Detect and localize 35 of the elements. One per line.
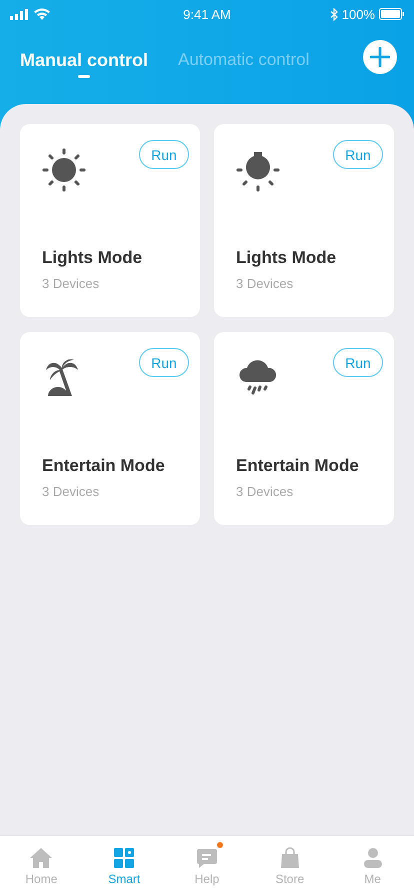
run-button[interactable]: Run [139, 348, 189, 377]
chat-icon [194, 846, 219, 870]
mode-card[interactable]: Run Lights Mode 3 Devices [20, 124, 200, 317]
device-count: 3 Devices [42, 484, 100, 499]
sun-icon [42, 148, 86, 192]
device-count: 3 Devices [42, 276, 100, 291]
tab[interactable]: Automatic control [178, 50, 310, 70]
run-button[interactable]: Run [139, 140, 189, 169]
add-button[interactable] [363, 40, 397, 74]
battery-percentage: 100% [342, 6, 375, 22]
tab[interactable]: Manual control [20, 50, 148, 78]
nav-item[interactable]: Me [331, 836, 414, 896]
wifi-icon [34, 8, 50, 20]
mode-title: Lights Mode [236, 248, 338, 268]
device-count: 3 Devices [236, 276, 294, 291]
nav-item[interactable]: Smart [82, 836, 166, 896]
plus-icon [370, 47, 390, 67]
nav-item[interactable]: Store [248, 836, 332, 896]
nav-item[interactable]: Help [166, 836, 248, 896]
bluetooth-icon [330, 8, 338, 20]
mode-card[interactable]: Run Lights Mode 3 Devices [214, 124, 394, 317]
signal-icon [10, 8, 28, 20]
run-button[interactable]: Run [333, 348, 383, 377]
mode-title: Entertain Mode [236, 456, 360, 476]
mode-card[interactable]: Run Entertain Mode 3 Devices [20, 332, 200, 525]
home-icon [29, 846, 54, 870]
nav-item[interactable]: Home [0, 836, 83, 896]
mode-card[interactable]: Run Entertain Mode 3 Devices [214, 332, 394, 525]
mode-title: Lights Mode [42, 248, 144, 268]
device-count: 3 Devices [236, 484, 294, 499]
run-button[interactable]: Run [333, 140, 383, 169]
mode-title: Entertain Mode [42, 456, 166, 476]
battery-icon [378, 8, 404, 20]
grid-icon [112, 846, 136, 870]
status-time: 9:41 AM [183, 6, 231, 22]
